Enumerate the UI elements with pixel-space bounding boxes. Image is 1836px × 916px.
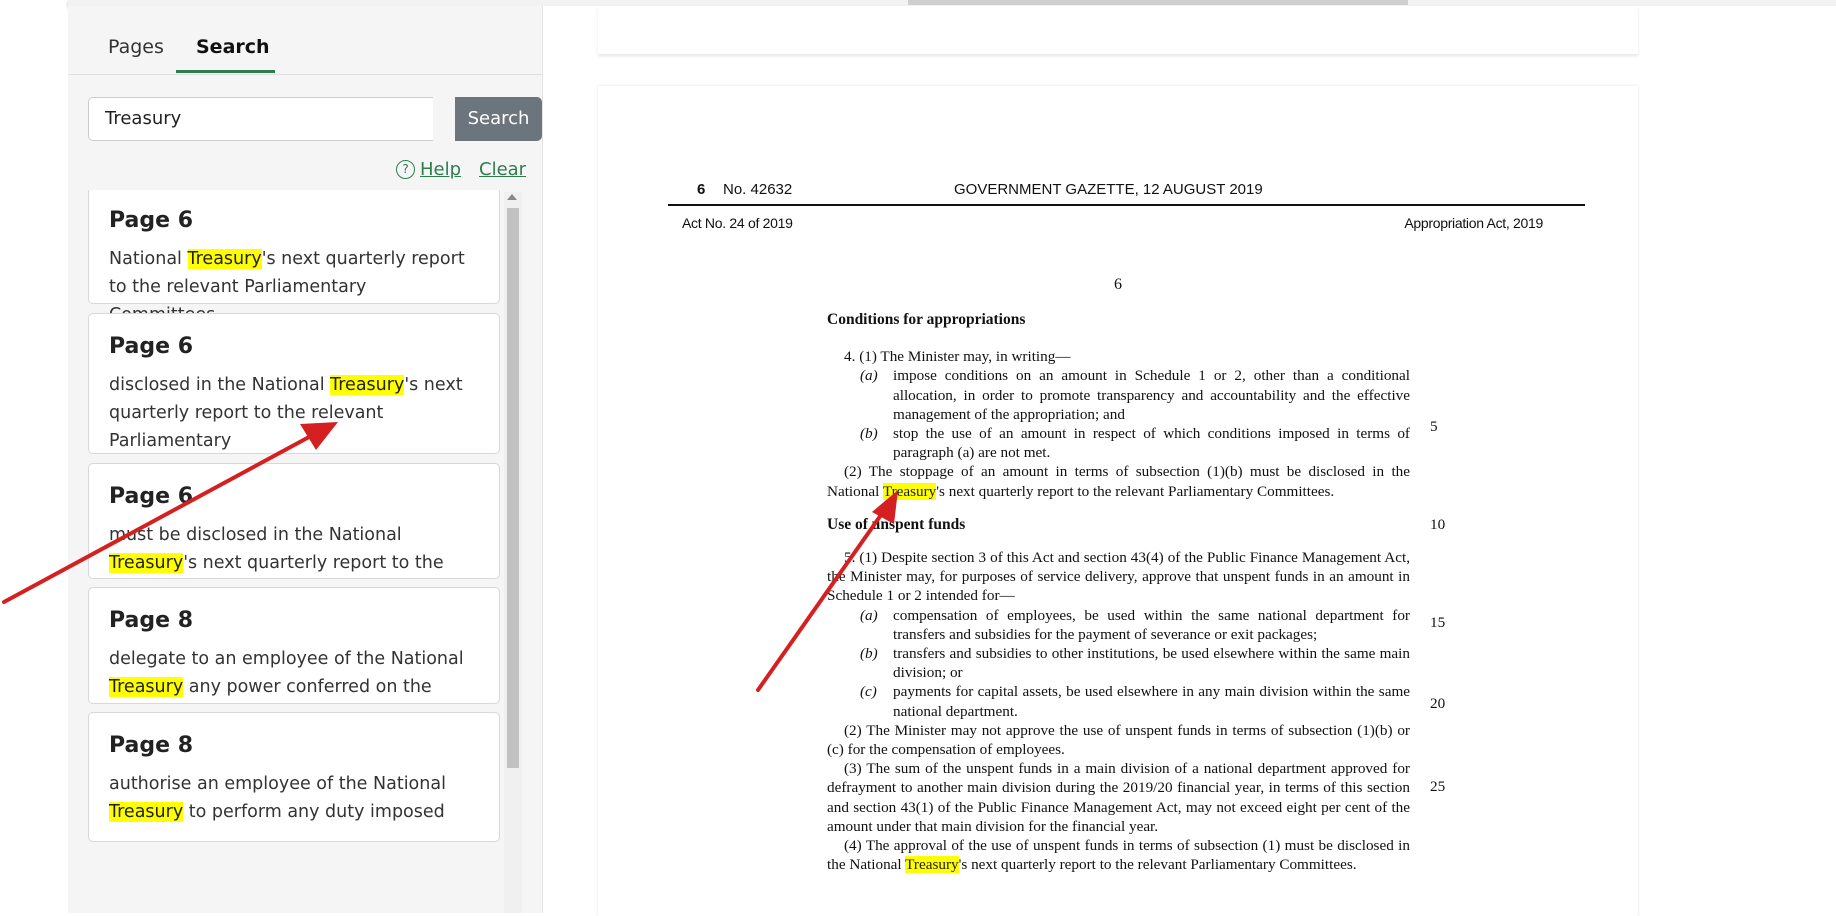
result-page-label: Page 6 <box>109 484 194 509</box>
help-label: Help <box>420 159 462 180</box>
line-number: 25 <box>1430 778 1446 795</box>
document-page: 6 No. 42632 GOVERNMENT GAZETTE, 12 AUGUS… <box>598 86 1638 916</box>
act-number: Act No. 24 of 2019 <box>682 215 793 231</box>
scroll-up-arrow-icon[interactable] <box>507 194 517 200</box>
header-rule <box>668 204 1585 206</box>
line-number: 5 <box>1430 418 1438 435</box>
section-heading: Use of unspent funds <box>827 515 966 533</box>
paragraph: 4. (1) The Minister may, in writing— <box>844 348 1071 366</box>
line-number: 10 <box>1430 516 1446 533</box>
line-number: 20 <box>1430 695 1446 712</box>
document-viewer: 6 No. 42632 GOVERNMENT GAZETTE, 12 AUGUS… <box>543 6 1836 916</box>
active-tab-indicator <box>176 70 275 73</box>
search-result-card[interactable]: Page 6 disclosed in the National Treasur… <box>88 313 500 454</box>
document-body: Conditions for appropriations 4. (1) The… <box>827 310 1410 874</box>
gazette-page-number: 6 <box>697 181 706 198</box>
search-highlight: Treasury <box>109 553 184 573</box>
paragraph: (2) The Minister may not approve the use… <box>827 721 1410 759</box>
result-page-label: Page 8 <box>109 733 194 758</box>
previous-page-edge <box>598 6 1638 54</box>
result-page-label: Page 6 <box>109 208 194 233</box>
scroll-thumb[interactable] <box>507 208 519 768</box>
list-item: (b) transfers and subsidies to other inst… <box>860 645 1410 682</box>
paragraph: 5. (1) Despite section 3 of this Act and… <box>827 549 1410 605</box>
result-snippet: must be disclosed in the National Treasu… <box>109 525 444 573</box>
result-snippet: disclosed in the National Treasury's nex… <box>109 375 463 451</box>
tab-search[interactable]: Search <box>196 36 270 58</box>
question-circle-icon: ? <box>396 160 415 179</box>
act-title: Appropriation Act, 2019 <box>1404 215 1543 231</box>
search-result-card[interactable]: Page 8 authorise an employee of the Nati… <box>88 712 500 842</box>
top-scroll-thumb[interactable] <box>908 0 1408 5</box>
center-page-number: 6 <box>1114 276 1122 293</box>
sidebar: Pages Search Treasury Search ? Help Clear… <box>68 6 543 913</box>
section-heading: Conditions for appropriations <box>827 311 1026 328</box>
search-bar: Treasury Search <box>88 97 542 143</box>
search-input[interactable]: Treasury <box>88 97 433 141</box>
gazette-title: GOVERNMENT GAZETTE, 12 AUGUST 2019 <box>954 181 1263 198</box>
list-item: (b) stop the use of an amount in respect … <box>860 425 1410 462</box>
tab-pages[interactable]: Pages <box>108 36 164 58</box>
sidebar-tabs: Pages Search <box>68 6 542 75</box>
line-number: 15 <box>1430 614 1446 631</box>
search-highlight: Treasury <box>109 802 184 822</box>
result-snippet: delegate to an employee of the National … <box>109 649 464 697</box>
result-snippet: authorise an employee of the National Tr… <box>109 774 446 822</box>
search-highlight: Treasury <box>882 482 937 500</box>
search-highlight: Treasury <box>330 375 405 395</box>
search-highlight: Treasury <box>905 856 959 874</box>
list-item: (c) payments for capital assets, be used … <box>860 683 1410 720</box>
search-result-card[interactable]: Page 6 National Treasury's next quarterl… <box>88 190 500 325</box>
help-link[interactable]: ? Help <box>396 159 461 180</box>
search-results-list: Page 6 National Treasury's next quarterl… <box>88 190 502 913</box>
gazette-number: No. 42632 <box>723 181 793 198</box>
clear-link[interactable]: Clear <box>479 159 526 180</box>
search-highlight: Treasury <box>187 249 262 269</box>
result-page-label: Page 8 <box>109 608 194 633</box>
result-page-label: Page 6 <box>109 334 194 359</box>
paragraph: (3) The sum of the unspent funds in a ma… <box>827 760 1410 835</box>
results-scrollbar[interactable] <box>504 192 522 913</box>
paragraph: (2) The stoppage of an amount in terms o… <box>827 463 1410 500</box>
list-item: (a) impose conditions on an amount in Sch… <box>860 367 1410 423</box>
list-item: (a) compensation of employees, be used wi… <box>860 606 1410 643</box>
paragraph: (4) The approval of the use of unspent f… <box>827 837 1410 874</box>
search-result-card[interactable]: Page 6 must be disclosed in the National… <box>88 463 500 579</box>
search-button[interactable]: Search <box>455 97 542 141</box>
search-result-card[interactable]: Page 8 delegate to an employee of the Na… <box>88 587 500 704</box>
search-highlight: Treasury <box>109 677 184 697</box>
